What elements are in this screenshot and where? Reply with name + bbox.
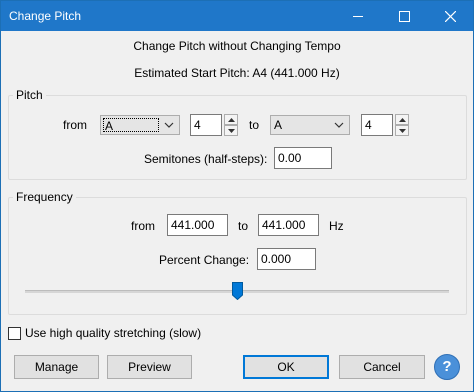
preview-button-label: Preview <box>128 360 171 374</box>
semitones-label: Semitones (half-steps): <box>144 152 268 166</box>
frequency-group-label: Frequency <box>13 190 76 204</box>
high-quality-label[interactable]: Use high quality stretching (slow) <box>25 326 201 340</box>
close-icon <box>444 10 456 22</box>
chevron-down-icon <box>164 122 174 128</box>
frequency-from-input[interactable]: 441.000 <box>167 214 228 236</box>
frequency-unit-label: Hz <box>329 219 344 233</box>
frequency-to-label: to <box>238 219 249 233</box>
pitch-to-octave-input[interactable]: 4 <box>361 114 393 136</box>
pitch-from-label: from <box>63 118 87 132</box>
pitch-from-octave-spinner[interactable] <box>224 114 238 136</box>
change-pitch-dialog: Change Pitch Change Pitch without Changi… <box>0 0 474 392</box>
pitch-to-note-select[interactable]: A <box>270 115 350 135</box>
manage-button[interactable]: Manage <box>14 355 99 379</box>
spin-down-icon <box>399 129 406 133</box>
dialog-heading: Change Pitch without Changing Tempo <box>133 39 341 53</box>
ok-button[interactable]: OK <box>243 355 329 379</box>
spin-up-button[interactable] <box>395 114 409 125</box>
pitch-to-octave-spinner[interactable] <box>395 114 409 136</box>
cancel-button-label: Cancel <box>363 360 401 374</box>
minimize-button[interactable] <box>335 1 381 31</box>
percent-change-label: Percent Change: <box>159 253 250 267</box>
frequency-from-label: from <box>131 219 155 233</box>
spin-up-icon <box>399 118 406 122</box>
maximize-icon <box>398 10 410 22</box>
window-title: Change Pitch <box>9 9 82 23</box>
pitch-group-label: Pitch <box>13 88 46 102</box>
help-icon: ? <box>442 358 452 375</box>
spin-down-button[interactable] <box>395 125 409 136</box>
percent-change-input[interactable]: 0.000 <box>257 248 316 270</box>
pitch-to-label: to <box>249 118 260 132</box>
help-button[interactable]: ? <box>434 354 460 380</box>
pitch-from-octave-input[interactable]: 4 <box>190 114 222 136</box>
high-quality-checkbox[interactable] <box>8 327 21 340</box>
semitones-input[interactable]: 0.00 <box>274 147 332 169</box>
spin-down-button[interactable] <box>224 125 238 136</box>
spin-down-icon <box>228 129 235 133</box>
spin-up-button[interactable] <box>224 114 238 125</box>
pitch-from-note-value: A <box>103 118 159 133</box>
close-button[interactable] <box>427 1 473 31</box>
preview-button[interactable]: Preview <box>107 355 192 379</box>
pitch-from-note-select[interactable]: A <box>100 115 180 135</box>
percent-change-slider-thumb[interactable] <box>231 282 243 300</box>
title-bar[interactable]: Change Pitch <box>1 1 473 31</box>
estimated-start-pitch: Estimated Start Pitch: A4 (441.000 Hz) <box>134 66 340 80</box>
frequency-to-input[interactable]: 441.000 <box>258 214 319 236</box>
manage-button-label: Manage <box>34 360 79 374</box>
pitch-group <box>8 95 467 180</box>
chevron-down-icon <box>334 122 344 128</box>
maximize-button[interactable] <box>381 1 427 31</box>
cancel-button[interactable]: Cancel <box>339 355 425 379</box>
pitch-to-note-value: A <box>274 118 283 132</box>
minimize-icon <box>353 15 363 17</box>
spin-up-icon <box>228 118 235 122</box>
ok-button-label: OK <box>277 360 295 374</box>
